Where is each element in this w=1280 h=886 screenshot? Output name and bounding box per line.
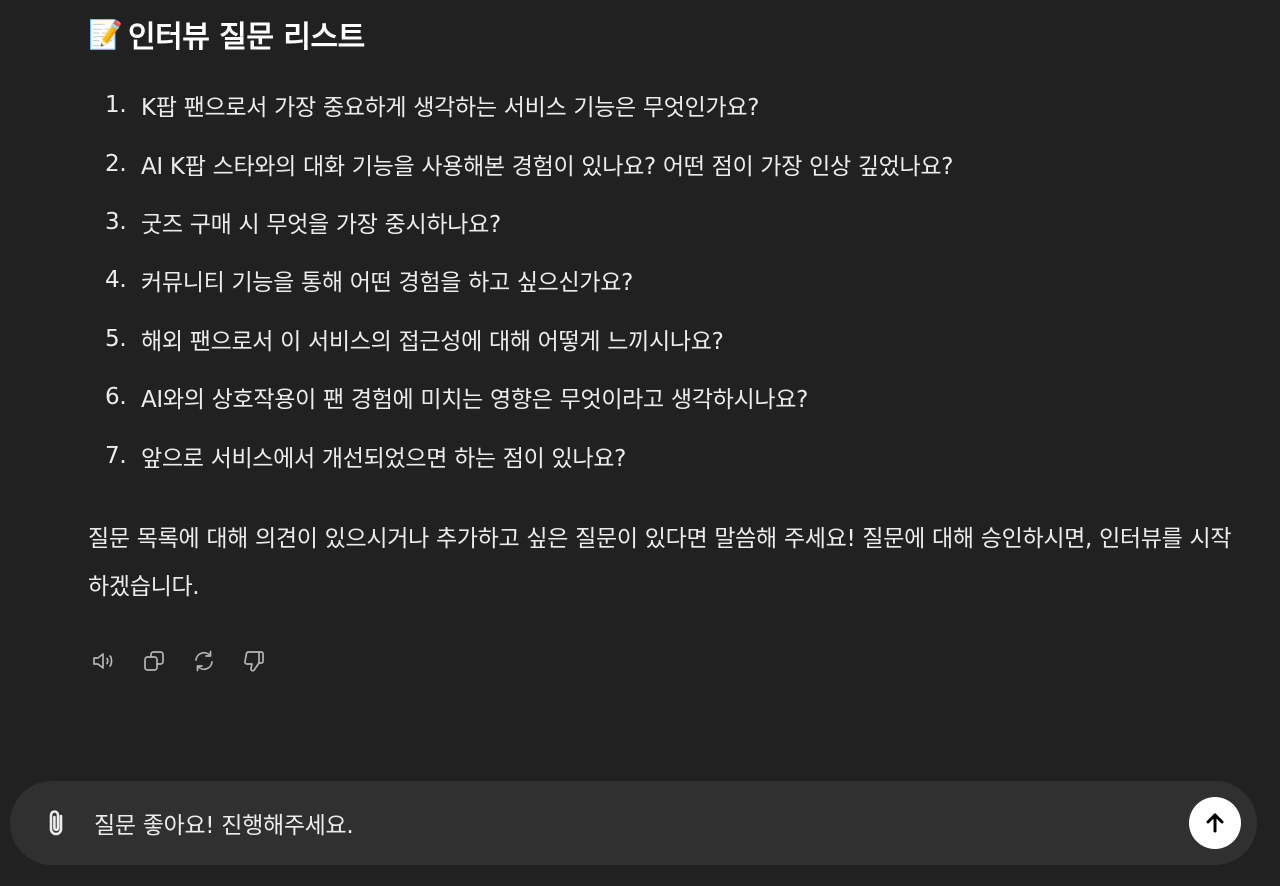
message-input[interactable] — [94, 803, 1154, 843]
list-item: 2. AI K팝 스타와의 대화 기능을 사용해본 경험이 있나요? 어떤 점이… — [88, 134, 1248, 192]
message-actions — [90, 647, 1248, 675]
message-composer — [10, 781, 1257, 865]
assistant-message: 📝 인터뷰 질문 리스트 1. K팝 팬으로서 가장 중요하게 생각하는 서비스… — [88, 0, 1248, 675]
list-item-number: 6. — [105, 384, 127, 411]
speaker-icon — [93, 652, 113, 669]
list-item-number: 5. — [105, 325, 127, 352]
list-item: 7. 앞으로 서비스에서 개선되었으면 하는 점이 있나요? — [88, 426, 1248, 484]
list-item-text: 앞으로 서비스에서 개선되었으면 하는 점이 있나요? — [141, 445, 627, 472]
bad-response-button[interactable] — [240, 647, 268, 675]
list-item-text: K팝 팬으로서 가장 중요하게 생각하는 서비스 기능은 무엇인가요? — [141, 95, 760, 122]
heading-text: 인터뷰 질문 리스트 — [128, 20, 365, 55]
regenerate-icon — [195, 650, 213, 672]
question-list: 1. K팝 팬으로서 가장 중요하게 생각하는 서비스 기능은 무엇인가요? 2… — [88, 76, 1248, 485]
copy-icon — [144, 650, 164, 671]
closing-paragraph: 질문 목록에 대해 의견이 있으시거나 추가하고 싶은 질문이 있다면 말씀해 … — [88, 525, 1232, 600]
list-item: 5. 해외 팬으로서 이 서비스의 접근성에 대해 어떻게 느끼시나요? — [88, 310, 1248, 368]
copy-button[interactable] — [140, 647, 168, 675]
list-item-text: AI K팝 스타와의 대화 기능을 사용해본 경험이 있나요? 어떤 점이 가장… — [141, 153, 954, 180]
list-item: 1. K팝 팬으로서 가장 중요하게 생각하는 서비스 기능은 무엇인가요? — [88, 76, 1248, 134]
chat-page: 📝 인터뷰 질문 리스트 1. K팝 팬으로서 가장 중요하게 생각하는 서비스… — [0, 0, 1280, 886]
list-item-text: 커뮤니티 기능을 통해 어떤 경험을 하고 싶으신가요? — [141, 270, 634, 297]
message-heading: 📝 인터뷰 질문 리스트 — [88, 14, 1248, 56]
list-item-number: 2. — [105, 150, 127, 177]
list-item-number: 1. — [105, 92, 127, 119]
list-item: 4. 커뮤니티 기능을 통해 어떤 경험을 하고 싶으신가요? — [88, 251, 1248, 309]
list-item-text: 해외 팬으로서 이 서비스의 접근성에 대해 어떻게 느끼시나요? — [141, 328, 724, 355]
arrow-up-icon — [1206, 813, 1224, 833]
read-aloud-button[interactable] — [90, 647, 118, 675]
memo-icon: 📝 — [88, 17, 123, 51]
list-item-number: 4. — [105, 267, 127, 294]
attach-file-button[interactable] — [38, 805, 74, 841]
send-button[interactable] — [1189, 797, 1241, 849]
list-item: 3. 굿즈 구매 시 무엇을 가장 중시하나요? — [88, 193, 1248, 251]
list-item-text: AI와의 상호작용이 팬 경험에 미치는 영향은 무엇이라고 생각하시나요? — [141, 387, 808, 414]
regenerate-button[interactable] — [190, 647, 218, 675]
list-item: 6. AI와의 상호작용이 팬 경험에 미치는 영향은 무엇이라고 생각하시나요… — [88, 368, 1248, 426]
list-item-text: 굿즈 구매 시 무엇을 가장 중시하나요? — [141, 211, 501, 238]
list-item-number: 3. — [105, 208, 127, 235]
paperclip-icon — [49, 810, 63, 836]
list-item-number: 7. — [105, 442, 127, 469]
thumbs-down-icon — [244, 650, 264, 672]
